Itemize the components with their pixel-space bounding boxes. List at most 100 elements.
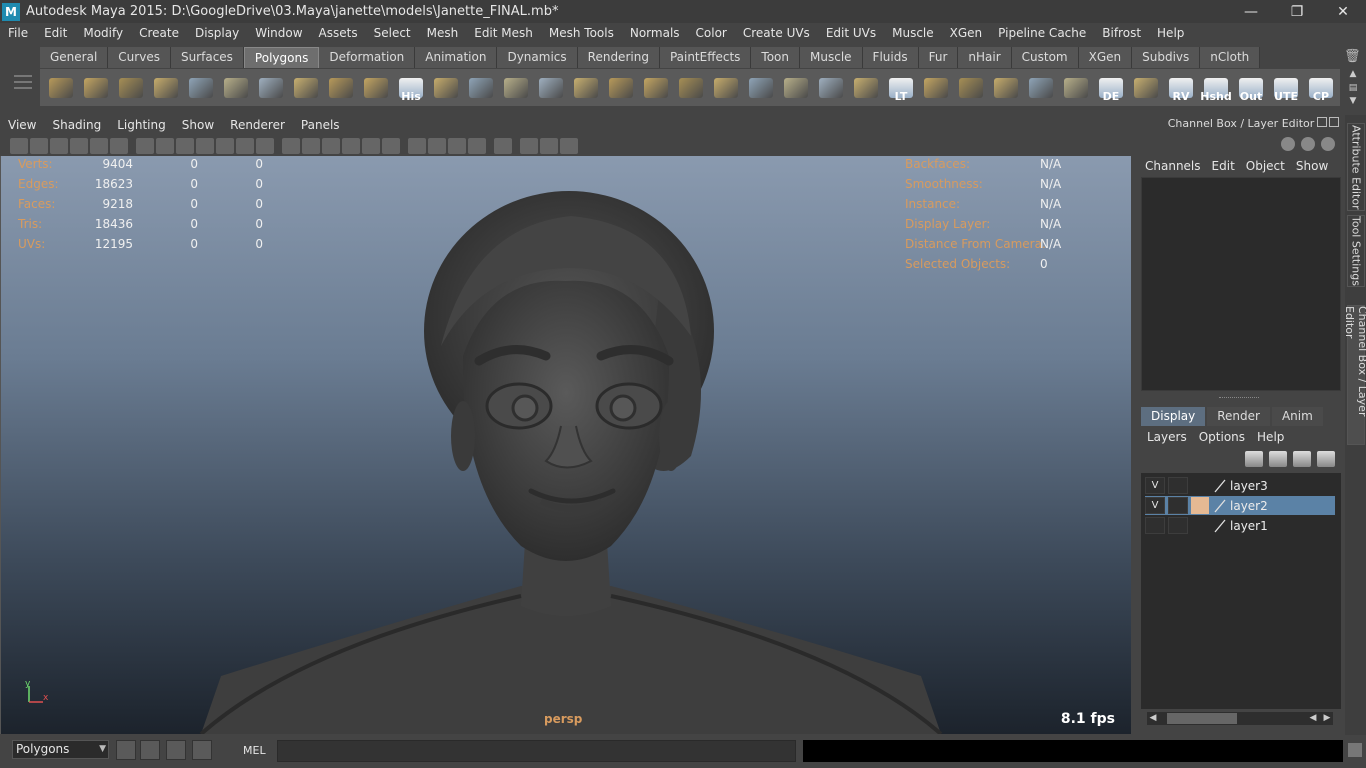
panel-menu-show[interactable]: Show: [174, 118, 222, 132]
menu-set-select[interactable]: Polygons ▼: [12, 740, 109, 759]
layer-color-swatch[interactable]: [1191, 497, 1209, 514]
menu-mesh-tools[interactable]: Mesh Tools: [541, 23, 622, 43]
menu-modify[interactable]: Modify: [75, 23, 131, 43]
layer-row[interactable]: layer1: [1145, 516, 1335, 535]
panel-menu-shading[interactable]: Shading: [44, 118, 109, 132]
channel-box-menu-edit[interactable]: Edit: [1212, 159, 1242, 173]
grid-icon[interactable]: [1129, 71, 1163, 105]
restore-button[interactable]: ❐: [1274, 0, 1320, 23]
scroll-down-icon[interactable]: ▼: [1350, 96, 1357, 106]
shadows-icon[interactable]: [382, 137, 400, 154]
ute-icon[interactable]: UTE: [1269, 71, 1303, 105]
shelf-tab-ncloth[interactable]: nCloth: [1200, 47, 1261, 68]
shelf-tab-deformation[interactable]: Deformation: [319, 47, 416, 68]
panel-splitter[interactable]: [1219, 397, 1259, 401]
xray-icon[interactable]: [520, 137, 538, 154]
menu-display[interactable]: Display: [187, 23, 247, 43]
bevel-icon[interactable]: [464, 71, 498, 105]
channel-box-menu-object[interactable]: Object: [1246, 159, 1292, 173]
new-layer-from-selected-icon[interactable]: [1317, 451, 1335, 467]
textured-icon[interactable]: [342, 137, 360, 154]
menu-bifrost[interactable]: Bifrost: [1094, 23, 1149, 43]
sculpt-icon[interactable]: [674, 71, 708, 105]
visibility-toggle[interactable]: [1145, 517, 1165, 534]
close-button[interactable]: ✕: [1320, 0, 1366, 23]
safe-title-icon[interactable]: [256, 137, 274, 154]
move-icon[interactable]: [849, 71, 883, 105]
screen-ao-icon[interactable]: [408, 137, 426, 154]
bridge-icon[interactable]: [499, 71, 533, 105]
shelf-tab-painteffects[interactable]: PaintEffects: [659, 47, 752, 68]
move-layer-down-icon[interactable]: [1269, 451, 1287, 467]
shelf-tab-surfaces[interactable]: Surfaces: [170, 47, 244, 68]
menu-create[interactable]: Create: [131, 23, 187, 43]
use-lights-icon[interactable]: [362, 137, 380, 154]
manipulator-icon[interactable]: [1281, 137, 1295, 151]
uv-planar-icon[interactable]: [954, 71, 988, 105]
merge-icon[interactable]: [604, 71, 638, 105]
wireframe-icon[interactable]: [282, 137, 300, 154]
panel-menu-lighting[interactable]: Lighting: [109, 118, 174, 132]
menu-color[interactable]: Color: [688, 23, 735, 43]
menu-create-uvs[interactable]: Create UVs: [735, 23, 818, 43]
wire-on-shaded-icon[interactable]: [322, 137, 340, 154]
layer-color-swatch[interactable]: [1191, 477, 1209, 494]
scroll-left-end-icon[interactable]: ◀: [1307, 712, 1319, 725]
create-polygon-icon[interactable]: [324, 71, 358, 105]
uv-cylindrical-icon[interactable]: [989, 71, 1023, 105]
visibility-toggle[interactable]: V: [1145, 477, 1165, 494]
menu-edit-uvs[interactable]: Edit UVs: [818, 23, 884, 43]
panel-menu-panels[interactable]: Panels: [293, 118, 348, 132]
panel-divider[interactable]: [1131, 115, 1139, 735]
poly-cube-icon[interactable]: [79, 71, 113, 105]
xray-joints-icon[interactable]: [540, 137, 558, 154]
shelf-tab-polygons[interactable]: Polygons: [243, 47, 320, 68]
rv-icon[interactable]: RV: [1164, 71, 1198, 105]
2d-pan-icon[interactable]: [90, 137, 108, 154]
channel-box-menu-show[interactable]: Show: [1296, 159, 1335, 173]
shelf-tab-animation[interactable]: Animation: [415, 47, 498, 68]
film-gate-icon[interactable]: [156, 137, 174, 154]
layer-menu-options[interactable]: Options: [1199, 430, 1245, 444]
dof-icon[interactable]: [468, 137, 486, 154]
cp-icon[interactable]: CP: [1304, 71, 1338, 105]
poly-sphere-icon[interactable]: [44, 71, 78, 105]
outliner-icon[interactable]: [166, 740, 186, 760]
shelf-grip-handle[interactable]: [14, 75, 32, 105]
append-icon[interactable]: [534, 71, 568, 105]
menu-muscle[interactable]: Muscle: [884, 23, 942, 43]
shelf-tab-nhair[interactable]: nHair: [958, 47, 1012, 68]
menu-normals[interactable]: Normals: [622, 23, 688, 43]
motion-blur-icon[interactable]: [428, 137, 446, 154]
wedge-icon[interactable]: [639, 71, 673, 105]
shelf-tab-dynamics[interactable]: Dynamics: [497, 47, 578, 68]
new-empty-layer-icon[interactable]: [1293, 451, 1311, 467]
poly-cylinder-icon[interactable]: [114, 71, 148, 105]
hyper-icon[interactable]: [1321, 137, 1335, 151]
smooth-icon[interactable]: [359, 71, 393, 105]
anti-alias-icon[interactable]: [448, 137, 466, 154]
rotate-manip-icon[interactable]: [779, 71, 813, 105]
scroll-up-icon[interactable]: ▲: [1350, 69, 1357, 79]
menu-select[interactable]: Select: [366, 23, 419, 43]
hshd-icon[interactable]: Hshd: [1199, 71, 1233, 105]
menu-edit-mesh[interactable]: Edit Mesh: [466, 23, 541, 43]
shelf-tab-fluids[interactable]: Fluids: [862, 47, 919, 68]
gate-mask-icon[interactable]: [196, 137, 214, 154]
shelf-tab-subdivs[interactable]: Subdivs: [1132, 47, 1201, 68]
layer-tab-anim[interactable]: Anim: [1271, 407, 1323, 426]
move-layer-up-icon[interactable]: [1245, 451, 1263, 467]
layer-row[interactable]: Vlayer2: [1145, 496, 1335, 515]
layer-tab-display[interactable]: Display: [1141, 407, 1206, 426]
smooth-shade-icon[interactable]: [302, 137, 320, 154]
safe-action-icon[interactable]: [236, 137, 254, 154]
bookmark-icon[interactable]: [50, 137, 68, 154]
menu-mesh[interactable]: Mesh: [419, 23, 467, 43]
xray-components-icon[interactable]: [560, 137, 578, 154]
scroll-left-icon[interactable]: ◀: [1147, 712, 1159, 725]
mel-label[interactable]: MEL: [243, 744, 266, 757]
visibility-toggle[interactable]: V: [1145, 497, 1165, 514]
lt-icon[interactable]: LT: [884, 71, 918, 105]
side-tab-attribute-editor[interactable]: Attribute Editor: [1347, 123, 1365, 211]
shelf-tab-xgen[interactable]: XGen: [1078, 47, 1133, 68]
